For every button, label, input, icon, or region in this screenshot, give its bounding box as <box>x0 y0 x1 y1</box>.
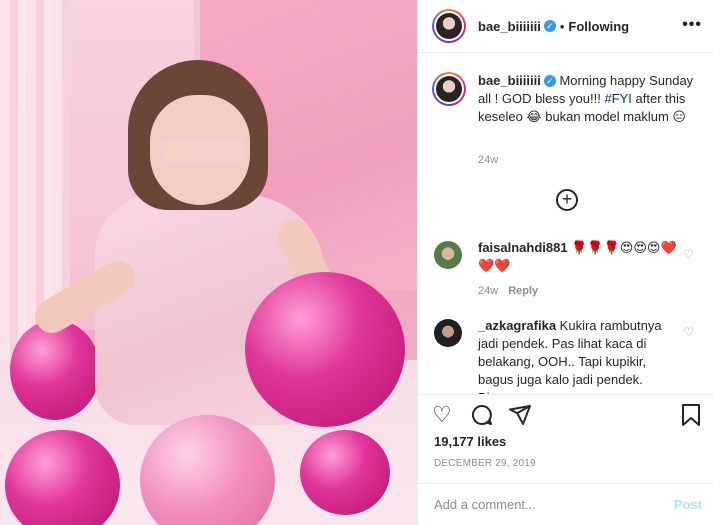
comment-item: faisalnahdi881 🌹🌹🌹😍😍😍❤️❤️❤️ ♡ <box>432 239 702 275</box>
commenter-avatar[interactable] <box>434 241 462 269</box>
balloon <box>300 430 390 515</box>
caption-timestamp[interactable]: 24w <box>478 154 498 166</box>
post-date[interactable]: DECEMBER 29, 2019 <box>434 458 536 469</box>
post-sidebar: bae_biiiiiii ✓ • Following ••• bae_biiii… <box>417 0 713 525</box>
comment-heart-icon[interactable]: ♡ <box>683 325 694 339</box>
bookmark-icon[interactable] <box>680 403 702 432</box>
comment-heart-icon[interactable]: ♡ <box>683 247 694 261</box>
comment-meta: 24w Reply <box>478 285 538 297</box>
add-comment-bar: Post <box>418 483 713 525</box>
comment-username[interactable]: _azkagrafika <box>478 318 556 333</box>
balloon <box>10 320 100 420</box>
verified-icon: ✓ <box>543 75 556 87</box>
caption-avatar[interactable] <box>432 72 466 106</box>
avatar-image <box>436 13 462 39</box>
profile-avatar[interactable] <box>432 9 466 43</box>
post-photo[interactable] <box>0 0 417 525</box>
plus-circle-icon[interactable]: + <box>556 189 578 211</box>
comment-username[interactable]: faisalnahdi881 <box>478 240 568 255</box>
share-icon[interactable] <box>508 403 532 432</box>
separator-dot: • <box>559 18 565 34</box>
verified-icon: ✓ <box>543 20 556 32</box>
comment-icon[interactable] <box>470 403 494 432</box>
header-username[interactable]: bae_biiiiiii <box>478 19 541 34</box>
following-button[interactable]: Following <box>568 19 629 34</box>
hashtag-link[interactable]: #FYI <box>604 91 631 106</box>
heart-icon[interactable]: ♡ <box>432 403 452 427</box>
comment-text: faisalnahdi881 🌹🌹🌹😍😍😍❤️❤️❤️ <box>478 239 678 275</box>
photo-glasses <box>158 135 248 165</box>
comment-input[interactable] <box>434 497 674 512</box>
action-bar: ♡ <box>418 394 713 434</box>
avatar-image <box>436 76 462 102</box>
caption: bae_biiiiiii ✓ Morning happy Sunday all !… <box>432 72 702 126</box>
post-button[interactable]: Post <box>674 497 702 512</box>
caption-text: bae_biiiiiii ✓ Morning happy Sunday all !… <box>478 72 698 126</box>
commenter-avatar[interactable] <box>434 319 462 347</box>
comment-text: _azkagrafika Kukira rambutnya jadi pende… <box>478 317 678 394</box>
more-icon[interactable]: ••• <box>682 16 702 34</box>
comments-list[interactable]: bae_biiiiiii ✓ Morning happy Sunday all !… <box>418 54 713 394</box>
comment-timestamp[interactable]: 24w <box>478 285 498 297</box>
comment-item: _azkagrafika Kukira rambutnya jadi pende… <box>432 317 702 394</box>
reply-button[interactable]: Reply <box>508 285 538 297</box>
caption-username[interactable]: bae_biiiiiii <box>478 73 541 88</box>
post-header: bae_biiiiiii ✓ • Following ••• <box>418 0 713 53</box>
balloon <box>245 272 405 427</box>
likes-count[interactable]: 19,177 likes <box>434 434 506 449</box>
